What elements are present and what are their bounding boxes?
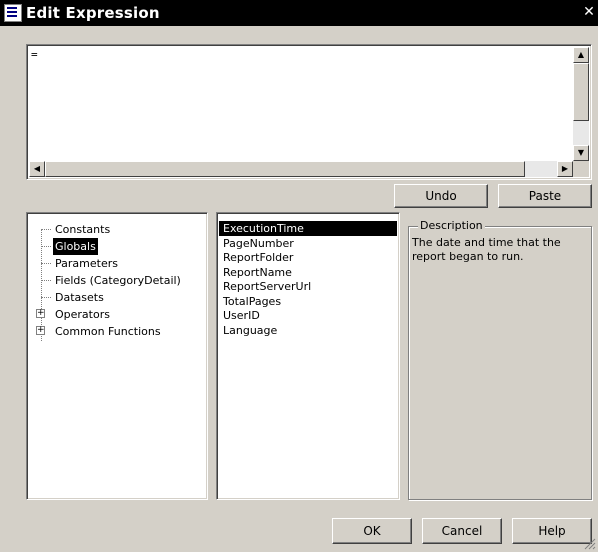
list-item[interactable]: ExecutionTime	[219, 221, 397, 236]
list-item[interactable]: ReportServerUrl	[219, 279, 397, 294]
tree-branch-line	[41, 229, 51, 230]
tree-item-label: Globals	[53, 238, 98, 255]
ok-button[interactable]: OK	[332, 518, 412, 544]
plus-icon[interactable]: +	[36, 309, 45, 318]
list-item[interactable]: ReportFolder	[219, 250, 397, 265]
expression-text[interactable]: =	[31, 48, 38, 61]
description-text: The date and time that the report began …	[412, 236, 561, 263]
tree-item[interactable]: Fields (CategoryDetail)	[27, 272, 205, 289]
tree-item[interactable]: Globals	[27, 238, 205, 255]
list-item[interactable]: TotalPages	[219, 294, 397, 309]
window-title: Edit Expression	[26, 4, 160, 22]
help-button[interactable]: Help	[512, 518, 592, 544]
tree-branch-line	[41, 263, 51, 264]
tree-item-label: Common Functions	[55, 325, 161, 338]
horizontal-scroll-thumb[interactable]	[45, 161, 525, 177]
tree-branch-line	[41, 297, 51, 298]
size-grip-icon[interactable]	[584, 538, 596, 550]
tree-item[interactable]: Parameters	[27, 255, 205, 272]
vertical-scroll-thumb[interactable]	[573, 63, 589, 121]
tree-item[interactable]: Datasets	[27, 289, 205, 306]
description-legend: Description	[418, 219, 485, 232]
arrow-down-icon[interactable]: ▼	[573, 145, 589, 161]
list-item[interactable]: PageNumber	[219, 236, 397, 251]
horizontal-scrollbar[interactable]: ◀ ▶	[29, 161, 573, 177]
category-tree[interactable]: Constants Globals Parameters Fields (Catego…	[26, 212, 208, 500]
arrow-left-icon[interactable]: ◀	[29, 161, 45, 177]
item-list[interactable]: ExecutionTime PageNumber ReportFolder Repor…	[216, 212, 400, 500]
tree-item[interactable]: Constants	[27, 221, 205, 238]
cancel-button[interactable]: Cancel	[422, 518, 502, 544]
arrow-up-icon[interactable]: ▲	[573, 47, 589, 63]
paste-button[interactable]: Paste	[498, 184, 592, 208]
list-item[interactable]: ReportName	[219, 265, 397, 280]
title-bar[interactable]: Edit Expression ✕	[0, 0, 598, 26]
tree-item-label: Parameters	[55, 257, 118, 270]
plus-icon[interactable]: +	[36, 326, 45, 335]
list-item[interactable]: Language	[219, 323, 397, 338]
tree-item[interactable]: + Operators	[27, 306, 205, 323]
vertical-scrollbar[interactable]: ▲ ▼	[573, 47, 589, 161]
tree-item-label: Constants	[55, 223, 111, 236]
tree-item-label: Operators	[55, 308, 110, 321]
expression-editor[interactable]: = ▲ ▼ ◀ ▶	[26, 44, 592, 180]
tree-branch-line	[41, 246, 51, 247]
list-item[interactable]: UserID	[219, 308, 397, 323]
tree-item-label: Fields (CategoryDetail)	[55, 274, 181, 287]
close-icon[interactable]: ✕	[582, 4, 596, 20]
tree-item-label: Datasets	[55, 291, 104, 304]
tree-item[interactable]: + Common Functions	[27, 323, 205, 340]
description-group	[408, 226, 592, 500]
arrow-right-icon[interactable]: ▶	[557, 161, 573, 177]
scroll-corner	[573, 161, 589, 177]
report-icon	[4, 4, 22, 22]
tree-branch-line	[41, 280, 51, 281]
undo-button[interactable]: Undo	[394, 184, 488, 208]
